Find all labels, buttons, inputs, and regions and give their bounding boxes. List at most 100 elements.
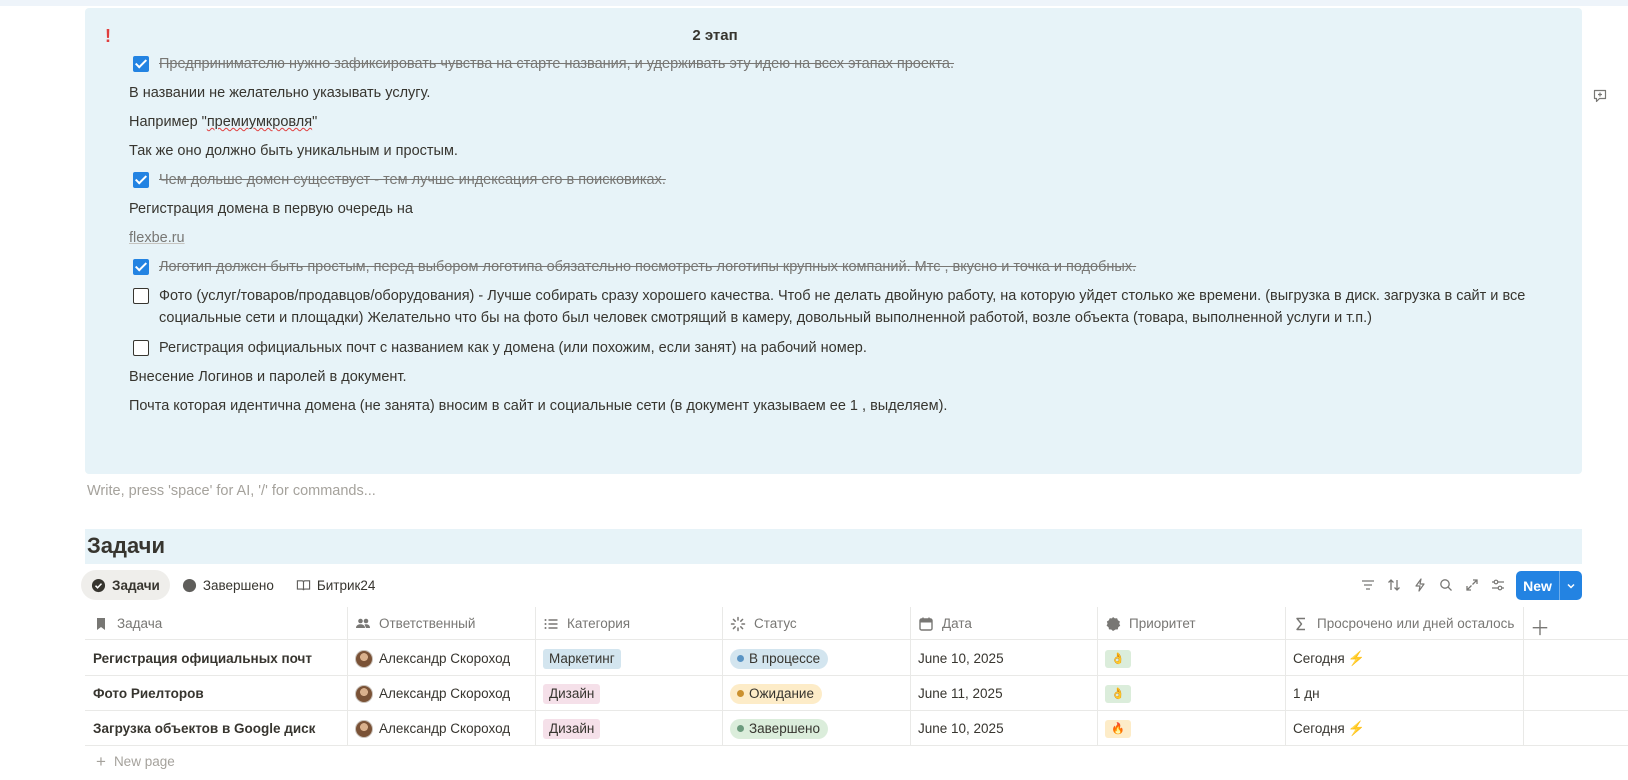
sliders-icon [1492, 579, 1504, 591]
column-header-remaining[interactable]: Просрочено или дней осталось [1285, 607, 1514, 640]
column-divider [1523, 607, 1524, 745]
column-label: Ответственный [379, 616, 476, 631]
owner-name: Александр Скороход [379, 721, 511, 736]
column-divider [347, 607, 348, 745]
todo-text: Фото (услуг/товаров/продавцов/оборудован… [159, 288, 1526, 326]
category-cell[interactable]: Маркетинг [535, 641, 621, 676]
task-name[interactable]: Регистрация официальных почт [85, 641, 312, 676]
status-loader-icon [730, 616, 746, 631]
expand-button[interactable] [1459, 572, 1485, 598]
add-column-button[interactable]: ＋ [1530, 612, 1550, 641]
database-title[interactable]: Задачи [87, 533, 165, 559]
callout-block[interactable]: ! 2 этап Предпринимателю нужно зафиксиро… [85, 8, 1582, 474]
priority-cell[interactable]: 🔥 [1097, 711, 1131, 746]
task-name[interactable]: Фото Риелторов [85, 676, 204, 711]
todo-item[interactable]: Регистрация официальных почт с названием… [133, 337, 1533, 359]
column-header-priority[interactable]: Приоритет [1097, 607, 1196, 640]
priority-cell[interactable]: 👌 [1097, 676, 1131, 711]
people-icon [356, 618, 370, 628]
checkbox-unchecked[interactable] [133, 340, 149, 356]
tab-tasks[interactable]: Задачи [81, 570, 170, 600]
status-cell[interactable]: Завершено [722, 711, 829, 746]
todo-item[interactable]: Предпринимателю нужно зафиксировать чувс… [133, 53, 1533, 75]
check-circle-icon [91, 578, 106, 592]
todo-text: Чем дольше домен существует - тем лучше … [159, 172, 666, 188]
remaining-cell[interactable]: Сегодня ⚡ [1285, 641, 1365, 676]
checkbox-checked[interactable] [133, 56, 149, 72]
todo-item[interactable]: Фото (услуг/товаров/продавцов/оборудован… [133, 285, 1573, 329]
sort-icon [1388, 579, 1400, 591]
task-name[interactable]: Загрузка объектов в Google диск [85, 711, 315, 746]
lightning-icon: ⚡ [1347, 650, 1366, 666]
lightning-icon [1415, 578, 1425, 592]
todo-item[interactable]: Логотип должен быть простым, перед выбор… [133, 256, 1533, 278]
status-badge: В процессе [730, 648, 829, 669]
new-page-button[interactable]: + New page [96, 753, 175, 770]
category-cell[interactable]: Дизайн [535, 676, 601, 711]
status-label: Ожидание [749, 685, 814, 701]
top-strip [0, 0, 1628, 6]
status-dot [737, 690, 744, 697]
settings-button[interactable] [1485, 572, 1511, 598]
book-icon [296, 579, 311, 590]
list-icon [544, 618, 558, 629]
table-row[interactable]: Загрузка объектов в Google диск Александ… [85, 711, 1628, 746]
date-cell[interactable]: June 10, 2025 [910, 711, 1004, 746]
column-divider [910, 607, 911, 745]
tab-label: Завершено [202, 577, 274, 593]
owner-cell[interactable]: Александр Скороход [347, 711, 510, 746]
category-tag: Дизайн [543, 718, 601, 739]
column-header-status[interactable]: Статус [722, 607, 797, 640]
expand-icon [1466, 579, 1478, 591]
tab-label: Задачи [112, 577, 160, 593]
flexbe-link[interactable]: flexbe.ru [129, 227, 185, 249]
owner-cell[interactable]: Александр Скороход [347, 641, 510, 676]
text-fragment: Например " [129, 114, 207, 130]
remaining-cell[interactable]: 1 дн [1285, 676, 1320, 711]
sort-button[interactable] [1381, 572, 1407, 598]
new-button[interactable]: New [1516, 571, 1582, 600]
bookmark-icon [97, 617, 105, 630]
column-label: Просрочено или дней осталось [1317, 616, 1515, 631]
ok-hand-icon: 👌 [1105, 649, 1131, 668]
avatar [355, 684, 373, 703]
text-line: Внесение Логинов и паролей в документ. [129, 369, 407, 385]
column-header-date[interactable]: Дата [910, 607, 972, 640]
category-cell[interactable]: Дизайн [535, 711, 601, 746]
owner-name: Александр Скороход [379, 651, 511, 666]
table-header-row: Задача Ответственный Категория Статус Да… [85, 607, 1628, 640]
todo-text: Логотип должен быть простым, перед выбор… [159, 259, 1137, 275]
add-comment-icon[interactable] [1592, 88, 1608, 104]
todo-item[interactable]: Чем дольше домен существует - тем лучше … [133, 169, 1533, 191]
column-divider [535, 607, 536, 745]
priority-cell[interactable]: 👌 [1097, 641, 1131, 676]
column-label: Приоритет [1129, 616, 1196, 631]
date-cell[interactable]: June 11, 2025 [910, 676, 1003, 711]
checkbox-checked[interactable] [133, 259, 149, 275]
checkbox-checked[interactable] [133, 172, 149, 188]
column-header-category[interactable]: Категория [535, 607, 630, 640]
remaining-text: 1 дн [1293, 686, 1320, 701]
callout-heading: 2 этап [692, 27, 738, 44]
search-button[interactable] [1433, 572, 1459, 598]
remaining-cell[interactable]: Сегодня ⚡ [1285, 711, 1365, 746]
new-dropdown-button[interactable] [1560, 581, 1582, 591]
tab-bitrix24[interactable]: Битрик24 [286, 570, 386, 600]
status-cell[interactable]: В процессе [722, 641, 829, 676]
text-fragment: " [312, 114, 318, 130]
column-header-owner[interactable]: Ответственный [347, 607, 475, 640]
automation-button[interactable] [1407, 572, 1433, 598]
table-row[interactable]: Фото Риелторов Александр Скороход Дизайн… [85, 676, 1628, 711]
column-header-task[interactable]: Задача [85, 607, 162, 640]
checkbox-unchecked[interactable] [133, 288, 149, 304]
editor-placeholder[interactable]: Write, press 'space' for AI, '/' for com… [87, 483, 376, 499]
status-cell[interactable]: Ожидание [722, 676, 822, 711]
todo-text: Предпринимателю нужно зафиксировать чувс… [159, 56, 955, 72]
priority-badge-icon [1106, 616, 1121, 631]
table-row[interactable]: Регистрация официальных почт Александр С… [85, 641, 1628, 676]
date-cell[interactable]: June 10, 2025 [910, 641, 1004, 676]
column-label: Категория [567, 616, 631, 631]
filter-button[interactable] [1355, 572, 1381, 598]
tab-completed[interactable]: Завершено [172, 570, 284, 600]
owner-cell[interactable]: Александр Скороход [347, 676, 510, 711]
